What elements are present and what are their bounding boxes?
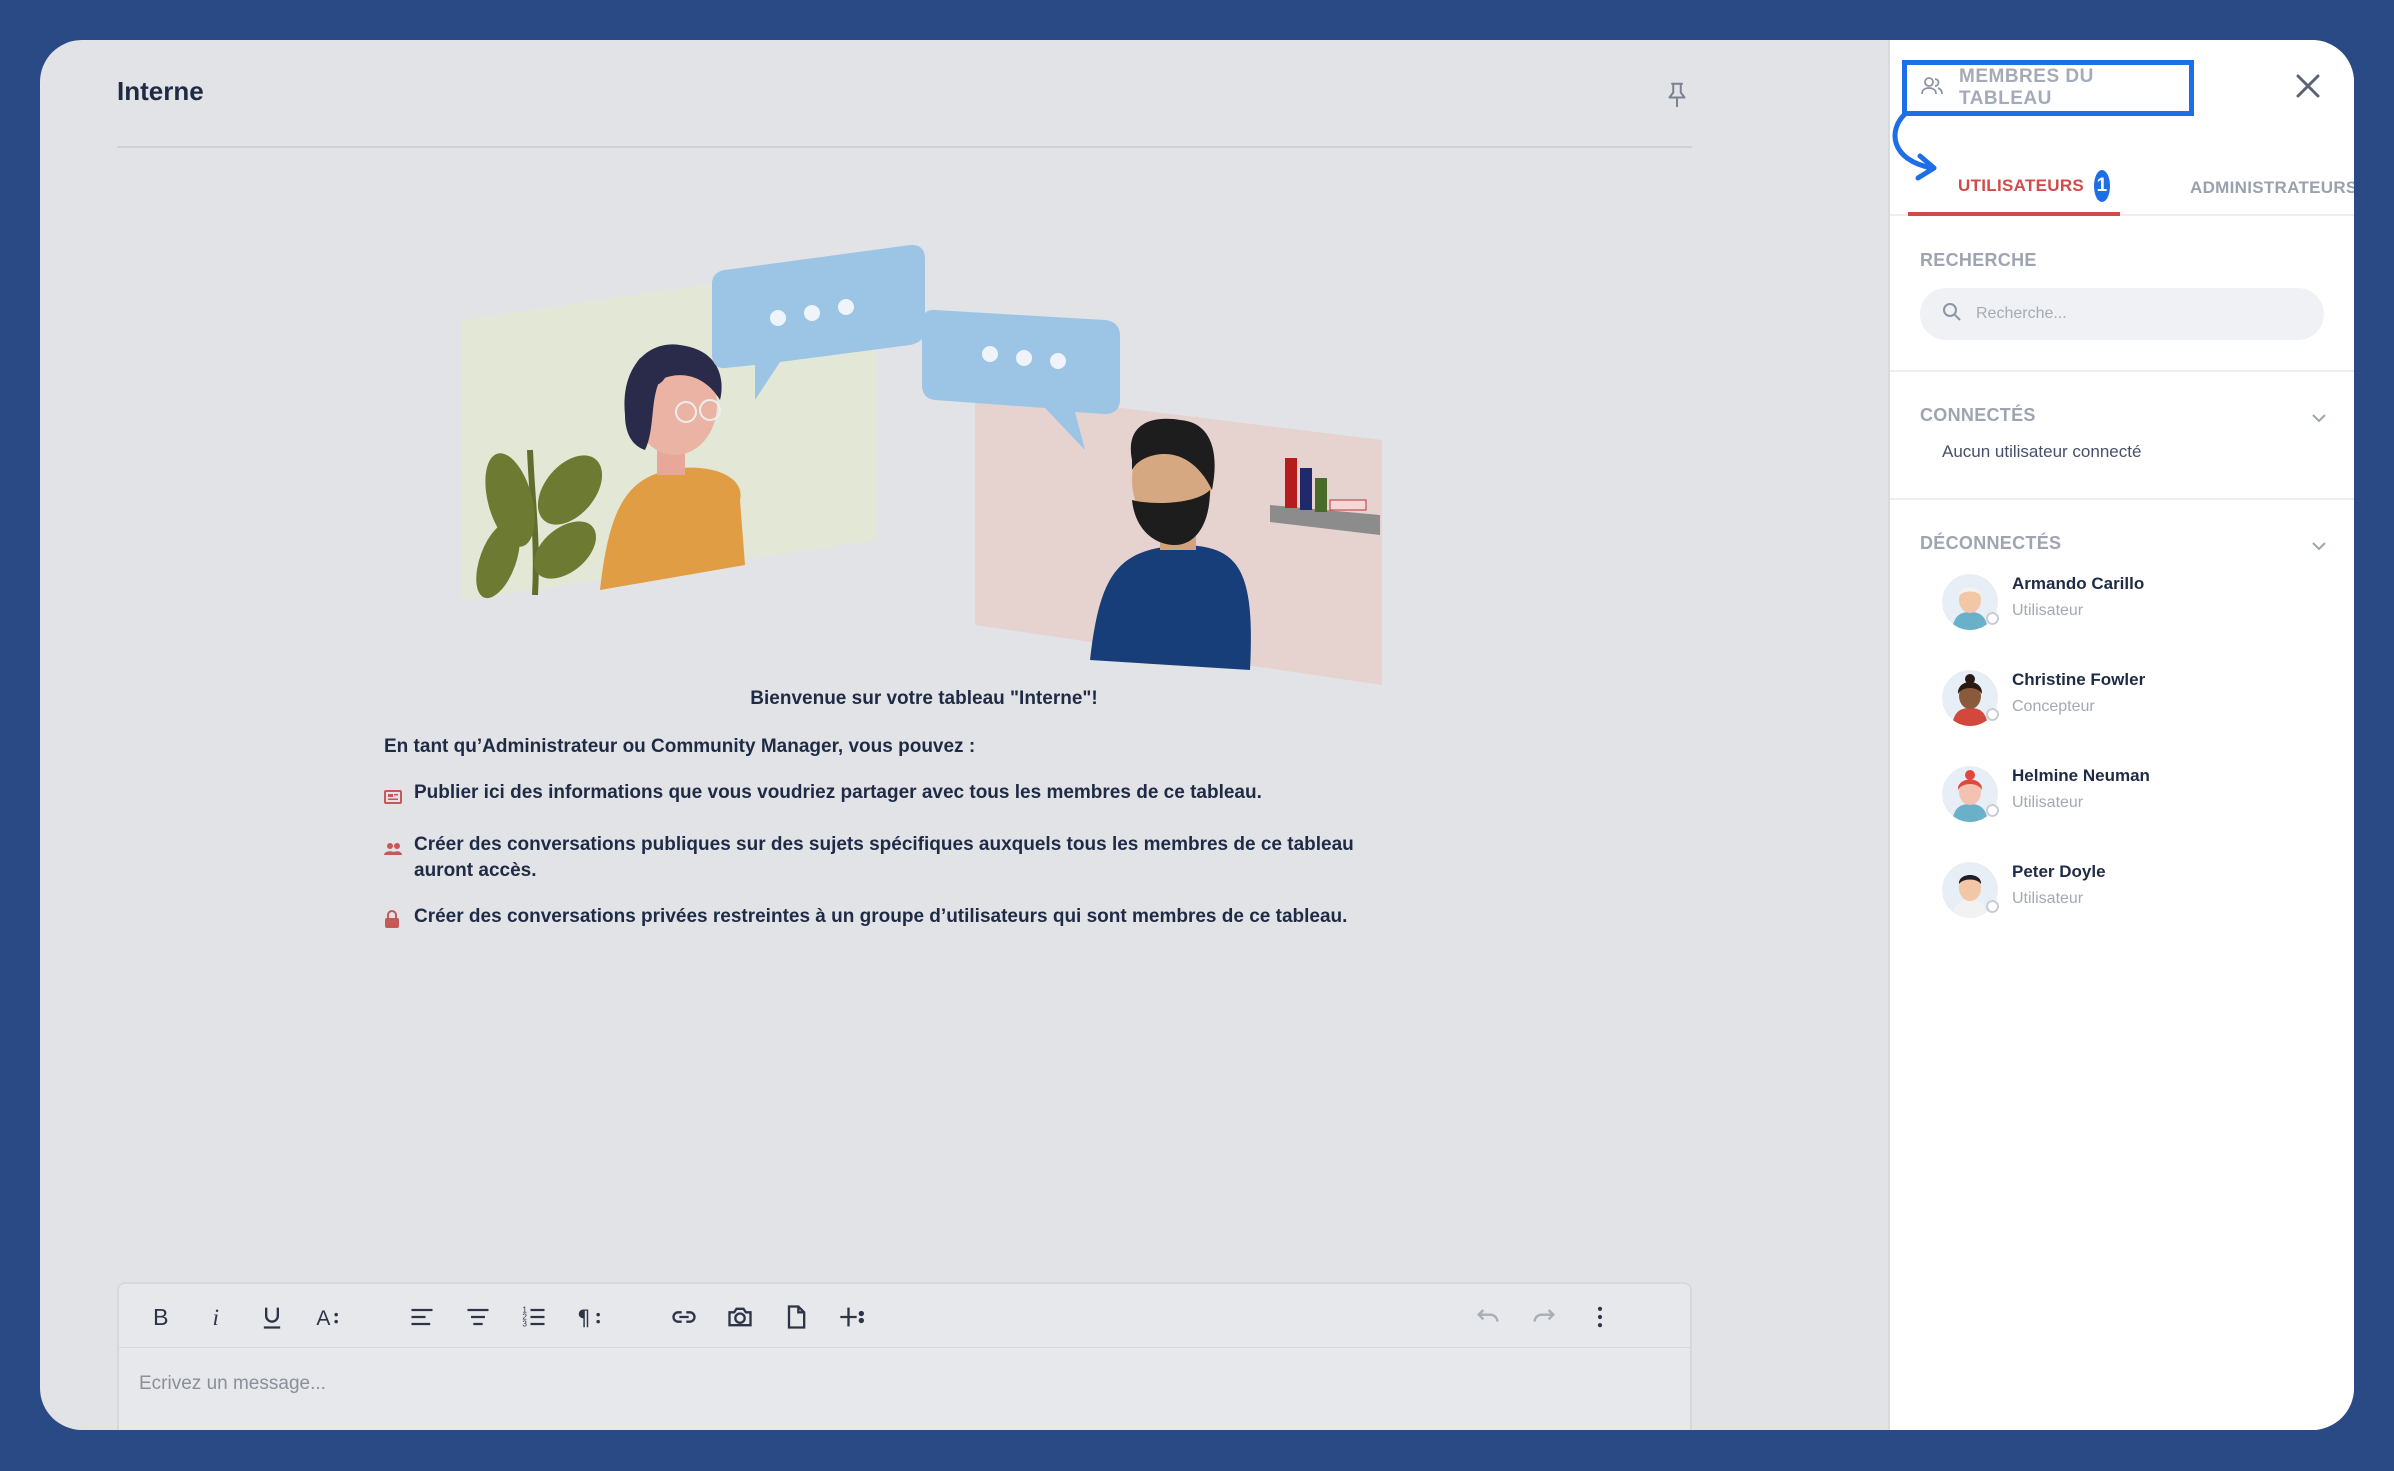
disconnected-label: DÉCONNECTÉS bbox=[1920, 533, 2062, 553]
chevron-down-icon[interactable] bbox=[2308, 407, 2330, 429]
people-icon bbox=[384, 838, 414, 864]
camera-icon[interactable] bbox=[723, 1300, 757, 1334]
welcome-item-text: Publier ici des informations que vous vo… bbox=[414, 782, 1262, 803]
welcome-item-private: Créer des conversations privées restrein… bbox=[384, 904, 1464, 936]
channel-header: Interne bbox=[117, 40, 1692, 148]
status-offline-icon bbox=[1986, 900, 1999, 913]
divider bbox=[1890, 498, 2354, 500]
undo-icon[interactable] bbox=[1471, 1300, 1505, 1334]
status-offline-icon bbox=[1986, 612, 1999, 625]
channel-title: Interne bbox=[117, 76, 204, 106]
user-role: Concepteur bbox=[2012, 698, 2095, 715]
tab-users-label: UTILISATEURS bbox=[1958, 176, 2085, 195]
connected-label: CONNECTÉS bbox=[1920, 405, 2036, 425]
welcome-item-text: Créer des conversations publiques sur de… bbox=[414, 834, 1354, 881]
link-icon[interactable] bbox=[667, 1300, 701, 1334]
lock-icon bbox=[384, 910, 414, 936]
tab-administrators-label: ADMINISTRATEURS bbox=[2190, 178, 2354, 197]
members-tabs: UTILISATEURS 1 ADMINISTRATEURS 2 bbox=[1890, 160, 2354, 216]
panel-title: MEMBRES DU TABLEAU bbox=[1959, 66, 2094, 109]
search-label: RECHERCHE bbox=[1920, 250, 2037, 270]
align-left-icon[interactable] bbox=[405, 1300, 439, 1334]
publish-icon bbox=[384, 786, 414, 812]
redo-icon[interactable] bbox=[1527, 1300, 1561, 1334]
file-icon[interactable] bbox=[779, 1300, 813, 1334]
search-input[interactable] bbox=[1976, 305, 2296, 323]
user-name: Helmine Neuman bbox=[2012, 766, 2150, 785]
message-composer: B i A 123 ¶ Ecrivez un message... bbox=[117, 1282, 1692, 1430]
channel-area: Interne Bienvenue sur votre tableau "Int… bbox=[40, 40, 1888, 1430]
tab-administrators[interactable]: ADMINISTRATEURS 2 bbox=[2190, 160, 2354, 216]
font-size-icon[interactable]: A bbox=[311, 1300, 345, 1334]
more-vertical-icon[interactable] bbox=[1583, 1300, 1617, 1334]
connected-empty-note: Aucun utilisateur connecté bbox=[1942, 442, 2142, 461]
message-input[interactable] bbox=[139, 1364, 1659, 1404]
svg-text:i: i bbox=[213, 1305, 219, 1331]
pin-icon[interactable] bbox=[1662, 80, 1692, 110]
welcome-title: Bienvenue sur votre tableau "Interne"! bbox=[750, 688, 1098, 709]
svg-text:3: 3 bbox=[522, 1319, 527, 1328]
close-icon[interactable] bbox=[2292, 70, 2324, 102]
app-window: Interne Bienvenue sur votre tableau "Int… bbox=[40, 40, 2354, 1430]
align-center-icon[interactable] bbox=[461, 1300, 495, 1334]
paragraph-icon[interactable]: ¶ bbox=[573, 1300, 607, 1334]
welcome-item-text: Créer des conversations privées restrein… bbox=[414, 906, 1348, 927]
editor-toolbar: B i A 123 ¶ bbox=[119, 1284, 1690, 1348]
svg-text:B: B bbox=[153, 1304, 169, 1330]
bold-icon[interactable]: B bbox=[143, 1300, 177, 1334]
welcome-item-public: Créer des conversations publiques sur de… bbox=[384, 832, 1464, 884]
svg-text:¶: ¶ bbox=[577, 1306, 590, 1330]
user-name: Peter Doyle bbox=[2012, 862, 2106, 881]
members-panel: MEMBRES DU TABLEAU UTILISATEURS 1 ADMINI… bbox=[1888, 40, 2354, 1430]
user-name: Christine Fowler bbox=[2012, 670, 2146, 689]
welcome-intro: En tant qu’Administrateur ou Community M… bbox=[384, 736, 976, 757]
user-item[interactable]: Helmine Neuman Utilisateur bbox=[1942, 762, 2322, 826]
welcome-message: Bienvenue sur votre tableau "Interne"! E… bbox=[384, 688, 1464, 956]
user-role: Utilisateur bbox=[2012, 890, 2084, 907]
search-icon bbox=[1942, 302, 1962, 327]
insert-more-icon[interactable] bbox=[835, 1300, 869, 1334]
svg-text:A: A bbox=[316, 1307, 330, 1330]
chevron-down-icon[interactable] bbox=[2308, 535, 2330, 557]
user-name: Armando Carillo bbox=[2012, 574, 2145, 593]
search-box bbox=[1920, 288, 2324, 340]
user-role: Utilisateur bbox=[2012, 794, 2084, 811]
underline-icon[interactable] bbox=[255, 1300, 289, 1334]
welcome-item-publish: Publier ici des informations que vous vo… bbox=[384, 780, 1464, 812]
status-offline-icon bbox=[1986, 708, 1999, 721]
user-item[interactable]: Peter Doyle Utilisateur bbox=[1942, 858, 2322, 922]
panel-title-highlight: MEMBRES DU TABLEAU bbox=[1902, 60, 2194, 116]
tab-users[interactable]: UTILISATEURS 1 bbox=[1908, 160, 2120, 216]
user-role: Utilisateur bbox=[2012, 602, 2084, 619]
status-offline-icon bbox=[1986, 804, 1999, 817]
user-item[interactable]: Armando Carillo Utilisateur bbox=[1942, 570, 2322, 634]
italic-icon[interactable]: i bbox=[199, 1300, 233, 1334]
divider bbox=[1890, 370, 2354, 372]
annotation-badge-1: 1 bbox=[2094, 170, 2110, 202]
welcome-illustration bbox=[462, 244, 1382, 685]
members-icon bbox=[1921, 76, 1943, 101]
ordered-list-icon[interactable]: 123 bbox=[517, 1300, 551, 1334]
user-item[interactable]: Christine Fowler Concepteur bbox=[1942, 666, 2322, 730]
